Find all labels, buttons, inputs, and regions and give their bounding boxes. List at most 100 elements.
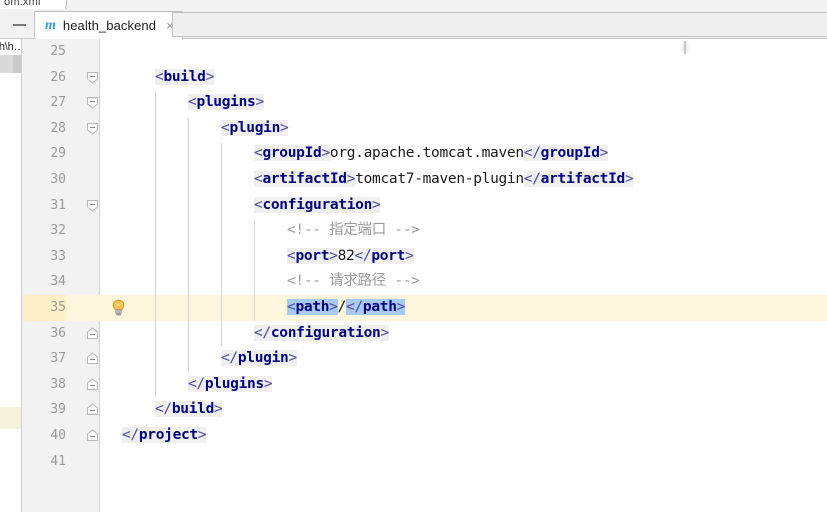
fold-end-icon[interactable] [86, 429, 99, 442]
xml-bracket: </ [523, 145, 541, 162]
editor-line[interactable]: 27 <plugins> [22, 90, 827, 116]
xml-tag-name: path [295, 299, 330, 315]
line-number: 35 [22, 295, 66, 321]
xml-bracket: > [405, 247, 414, 264]
maven-module-icon: m [45, 17, 56, 33]
xml-text-value: 82 [337, 247, 355, 264]
xml-bracket: > [624, 171, 634, 187]
xml-bracket: > [263, 375, 273, 392]
xml-tag-name: groupId [262, 145, 322, 162]
xml-bracket: > [205, 68, 215, 85]
code-text[interactable]: <!-- 请求路径 --> [287, 269, 420, 295]
sidebar-selected-row-inner [0, 55, 13, 73]
code-text[interactable]: <plugin> [221, 116, 289, 142]
code-text[interactable]: <groupId>org.apache.tomcat.maven</groupI… [254, 141, 608, 167]
project-sidebar[interactable]: th\h… [0, 39, 22, 514]
editor-line[interactable]: 36 </configuration> [22, 321, 827, 347]
xml-tag-name: build [171, 401, 215, 418]
code-text[interactable]: <build> [155, 65, 214, 91]
upper-tab-strip: om.xml [0, 0, 827, 9]
editor-line[interactable]: 39 </build> [22, 397, 827, 423]
indent-guide [254, 220, 255, 321]
code-text[interactable]: <port>82</port> [287, 244, 414, 270]
tab-bar-empty-area [172, 12, 827, 37]
line-number: 29 [50, 146, 66, 162]
xml-tag-name: groupId [540, 145, 600, 162]
editor-line[interactable]: 29 <groupId>org.apache.tomcat.maven</grou… [22, 141, 827, 167]
editor-line[interactable]: 34 <!-- 请求路径 --> [22, 269, 827, 295]
xml-bracket: </ [188, 375, 205, 392]
line-number: 25 [50, 44, 66, 59]
line-number: 26 [50, 69, 66, 85]
line-number: 38 [50, 376, 66, 392]
hide-tabs-button[interactable] [8, 17, 30, 33]
code-text[interactable]: <configuration> [254, 193, 381, 219]
tab-title: health_backend [62, 18, 157, 33]
xml-bracket: > [396, 299, 406, 315]
fold-collapse-icon[interactable] [86, 96, 99, 109]
xml-tag-name: artifactId [540, 171, 625, 187]
line-number: 36 [50, 325, 66, 341]
xml-bracket: > [288, 350, 297, 367]
editor-line[interactable]: 32 <!-- 指定端口 --> [22, 218, 827, 244]
line-number: 31 [50, 197, 66, 213]
code-text[interactable]: </plugin> [221, 346, 297, 372]
code-editor[interactable]: 25 26 <build> 27 <plugins> 28 <plugin> 29 <group… [22, 39, 827, 514]
editor-line[interactable]: 37 </plugin> [22, 346, 827, 372]
xml-bracket: > [329, 247, 338, 264]
xml-tag-name: path [362, 299, 397, 315]
line-number: 34 [50, 274, 66, 290]
editor-line[interactable]: 26 <build> [22, 65, 827, 91]
code-text[interactable]: <!-- 指定端口 --> [287, 218, 420, 244]
fold-end-icon[interactable] [86, 326, 99, 340]
tab-health-backend[interactable]: m health_backend × [34, 11, 183, 39]
xml-bracket: > [380, 324, 389, 341]
code-text[interactable]: <plugins> [188, 90, 264, 116]
editor-line[interactable]: 41 [22, 449, 827, 475]
xml-tag-name: configuration [262, 196, 373, 213]
editor-line[interactable]: 28 <plugin> [22, 116, 827, 142]
editor-line[interactable]: 33 <port>82</port> [22, 244, 827, 270]
editor-line[interactable]: 31 <configuration> [22, 193, 827, 219]
xml-tag-name: artifactId [262, 171, 347, 187]
xml-bracket: </ [155, 401, 172, 418]
code-text[interactable]: </build> [155, 397, 223, 423]
editor-line[interactable]: 38 </plugins> [22, 372, 827, 398]
code-text[interactable]: </plugins> [188, 372, 273, 398]
editor-line[interactable]: 30 <artifactId>tomcat7-maven-plugin</arti… [22, 167, 827, 193]
line-number: 28 [50, 120, 66, 136]
upper-tab-strip-bg [66, 0, 827, 9]
indent-guide [155, 92, 156, 398]
xml-bracket: </ [221, 350, 238, 367]
fold-collapse-icon[interactable] [86, 122, 99, 135]
xml-tag-name: configuration [270, 324, 381, 341]
fold-collapse-icon[interactable] [86, 199, 99, 212]
xml-tag-name: port [295, 247, 330, 264]
fold-end-icon[interactable] [86, 352, 99, 365]
fold-end-icon[interactable] [86, 378, 99, 391]
line-number: 33 [50, 248, 66, 264]
line-number: 32 [50, 223, 66, 239]
editor-line[interactable]: 40 </project> [22, 423, 827, 449]
xml-tag-name: port [371, 247, 406, 264]
intention-bulb-icon[interactable] [110, 299, 127, 317]
xml-bracket: > [372, 196, 381, 213]
fold-collapse-icon[interactable] [86, 71, 99, 84]
xml-bracket: > [321, 145, 330, 162]
xml-bracket: > [197, 427, 207, 443]
code-text[interactable]: <artifactId>tomcat7-maven-plugin</artifa… [254, 167, 634, 193]
xml-bracket: > [214, 401, 223, 418]
xml-tag-name: plugins [196, 94, 256, 111]
code-text[interactable]: </project> [122, 423, 207, 449]
sidebar-highlight-row [0, 407, 21, 429]
editor-tab-bar: m health_backend × [0, 9, 827, 39]
code-text[interactable]: </configuration> [254, 321, 389, 347]
editor-line[interactable]: 25 [22, 39, 827, 65]
xml-text-value: org.apache.tomcat.maven [329, 145, 524, 162]
sidebar-path-label: th\h… [0, 41, 21, 53]
code-text[interactable]: <path>/</path> [287, 295, 405, 321]
xml-tag-name: plugin [237, 350, 289, 367]
line-number: 27 [50, 95, 66, 111]
editor-line[interactable]: 35 <path>/</path> [22, 295, 827, 321]
fold-end-icon[interactable] [86, 403, 99, 416]
